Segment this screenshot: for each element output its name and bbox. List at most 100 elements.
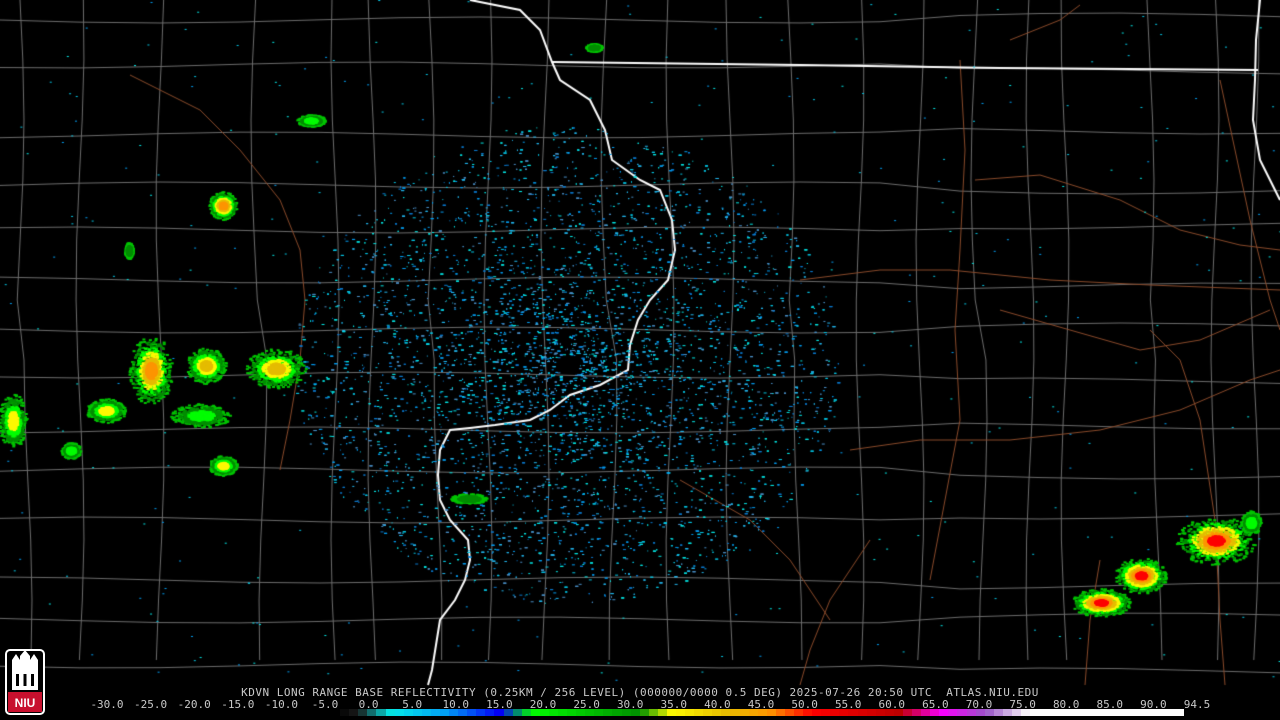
scale-color-segment [993, 709, 1003, 716]
scale-color-segment [921, 709, 931, 716]
scale-color-segment [231, 709, 241, 716]
scale-color-segment [494, 709, 504, 716]
scale-color-segment [122, 709, 132, 716]
scale-color-segment [1175, 709, 1185, 716]
scale-color-segment [149, 709, 159, 716]
scale-color-segment [857, 709, 867, 716]
scale-color-segment [104, 709, 114, 716]
scale-color-segment [676, 709, 686, 716]
scale-color-segment [1166, 709, 1176, 716]
scale-color-segment [621, 709, 631, 716]
scale-color-segment [1057, 709, 1067, 716]
scale-color-segment [222, 709, 232, 716]
scale-color-segment [476, 709, 486, 716]
scale-color-segment [685, 709, 695, 716]
scale-color-segment [1011, 709, 1021, 716]
scale-color-segment [930, 709, 940, 716]
scale-color-segment [394, 709, 404, 716]
scale-color-segment [803, 709, 813, 716]
scale-color-segment [1138, 709, 1149, 716]
scale-color-segment [1129, 709, 1139, 716]
scale-color-segment [467, 709, 477, 716]
scale-color-segment [1084, 709, 1094, 716]
scale-color-segment [167, 709, 177, 716]
scale-color-segment [321, 709, 332, 716]
scale-color-segment [113, 709, 123, 716]
scale-color-segment [449, 709, 459, 716]
scale-color-segment [331, 709, 341, 716]
scale-color-segment [521, 709, 531, 716]
scale-color-segment [557, 709, 568, 716]
scale-color-segment [984, 709, 994, 716]
scale-color-segment [739, 709, 749, 716]
scale-color-segment [893, 709, 903, 716]
scale-color-segment [294, 709, 304, 716]
scale-color-segment [821, 709, 831, 716]
scale-color-segment [412, 709, 422, 716]
scale-color-segment [784, 709, 795, 716]
scale-color-segment [694, 709, 704, 716]
scale-color-segment [912, 709, 922, 716]
scale-color-segment [1157, 709, 1167, 716]
scale-color-segment [548, 709, 558, 716]
scale-color-segment [140, 709, 150, 716]
scale-color-segment [1039, 709, 1049, 716]
scale-color-segment [730, 709, 740, 716]
scale-color-segment [594, 709, 604, 716]
scale-color-segment [576, 709, 586, 716]
scale-color-segment [249, 709, 259, 716]
scale-color-segment [194, 709, 204, 716]
scale-color-segment [458, 709, 468, 716]
scale-label: 94.5 [1183, 698, 1211, 711]
scale-color-segment [612, 709, 622, 716]
scale-color-segment [703, 709, 713, 716]
radar-map [0, 0, 1280, 720]
scale-color-segment [131, 709, 141, 716]
scale-color-segment [439, 709, 450, 716]
scale-color-segment [1148, 709, 1158, 716]
scale-color-segment [712, 709, 722, 716]
scale-color-segment [95, 709, 105, 716]
scale-color-segment [358, 709, 368, 716]
scale-color-segment [349, 709, 359, 716]
scale-color-segment [303, 709, 313, 716]
scale-color-segment [866, 709, 876, 716]
scale-color-segment [748, 709, 758, 716]
scale-color-segment [794, 709, 804, 716]
scale-color-segment [213, 709, 223, 716]
scale-color-segment [512, 709, 522, 716]
reflectivity-color-scale [95, 709, 1185, 716]
scale-color-segment [403, 709, 413, 716]
scale-color-segment [185, 709, 195, 716]
scale-color-segment [848, 709, 858, 716]
scale-color-segment [385, 709, 395, 716]
scale-color-segment [830, 709, 840, 716]
scale-color-segment [657, 709, 667, 716]
scale-color-segment [902, 709, 913, 716]
scale-color-segment [503, 709, 513, 716]
scale-color-segment [585, 709, 595, 716]
scale-color-segment [1120, 709, 1130, 716]
scale-color-segment [1048, 709, 1058, 716]
scale-color-segment [721, 709, 731, 716]
scale-color-segment [939, 709, 949, 716]
scale-color-segment [158, 709, 168, 716]
scale-color-segment [1066, 709, 1076, 716]
scale-color-segment [1102, 709, 1112, 716]
scale-color-segment [276, 709, 286, 716]
scale-color-segment [1111, 709, 1121, 716]
scale-color-segment [285, 709, 295, 716]
scale-color-segment [340, 709, 350, 716]
scale-color-segment [639, 709, 649, 716]
scale-color-segment [1093, 709, 1103, 716]
scale-color-segment [1020, 709, 1031, 716]
scale-color-segment [539, 709, 549, 716]
scale-color-segment [975, 709, 985, 716]
scale-color-segment [603, 709, 613, 716]
niu-logo: NIU [5, 649, 45, 715]
scale-color-segment [258, 709, 268, 716]
scale-color-segment [884, 709, 894, 716]
scale-color-segment [267, 709, 277, 716]
scale-color-segment [312, 709, 322, 716]
scale-color-segment [966, 709, 976, 716]
